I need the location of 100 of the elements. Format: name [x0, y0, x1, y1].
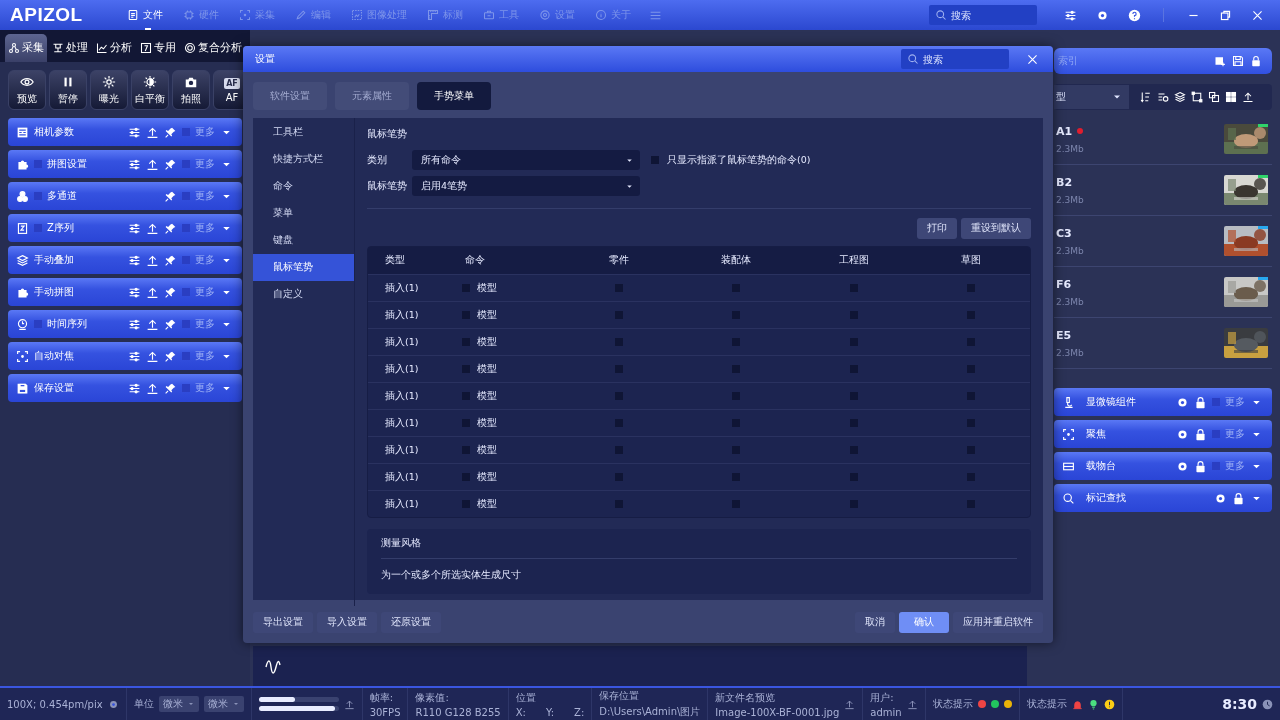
- panel-tab[interactable]: 处理: [49, 34, 91, 62]
- checkbox[interactable]: [614, 500, 623, 508]
- checkbox-option[interactable]: 模型: [462, 335, 497, 349]
- checkbox-option[interactable]: 模型: [462, 443, 497, 457]
- menu-item[interactable]: 文件: [118, 4, 171, 26]
- image-item[interactable]: B2 2.3Mb: [1054, 165, 1272, 216]
- checkbox[interactable]: [614, 311, 623, 319]
- panel-tab[interactable]: 采集: [5, 34, 47, 62]
- panel-header[interactable]: 手动叠加 更多: [8, 246, 242, 274]
- checkbox-option[interactable]: 模型: [462, 362, 497, 376]
- tool-button[interactable]: 白平衡: [131, 70, 169, 110]
- checkbox[interactable]: [182, 160, 190, 168]
- panel-header[interactable]: Z序列 更多: [8, 214, 242, 242]
- image-item[interactable]: C3 2.3Mb: [1054, 216, 1272, 267]
- checkbox[interactable]: [182, 320, 190, 328]
- checkbox[interactable]: [732, 500, 741, 508]
- tool-button[interactable]: 暂停: [49, 70, 87, 110]
- checkbox[interactable]: [34, 320, 42, 328]
- checkbox[interactable]: [849, 338, 858, 346]
- panel-header[interactable]: 聚焦 更多: [1054, 420, 1272, 448]
- footer-button[interactable]: 导出设置: [253, 612, 313, 633]
- checkbox[interactable]: [967, 392, 976, 400]
- checkbox[interactable]: [849, 500, 858, 508]
- checkbox[interactable]: [34, 192, 42, 200]
- checkbox[interactable]: [732, 392, 741, 400]
- tool-button[interactable]: 预览: [8, 70, 46, 110]
- checkbox[interactable]: [849, 446, 858, 454]
- image-item[interactable]: F6 2.3Mb: [1054, 267, 1272, 318]
- checkbox-option[interactable]: 模型: [462, 497, 497, 511]
- unit-dropdown[interactable]: 微米: [158, 696, 199, 712]
- checkbox[interactable]: [967, 311, 976, 319]
- checkbox[interactable]: [34, 224, 42, 232]
- nav-item[interactable]: 菜单: [253, 200, 354, 227]
- checkbox[interactable]: [732, 365, 741, 373]
- checkbox[interactable]: [732, 338, 741, 346]
- checkbox[interactable]: [849, 311, 858, 319]
- checkbox[interactable]: [967, 500, 976, 508]
- nav-item[interactable]: 快捷方式栏: [253, 146, 354, 173]
- checkbox[interactable]: [182, 384, 190, 392]
- checkbox[interactable]: [1212, 462, 1220, 470]
- checkbox-option[interactable]: 模型: [462, 470, 497, 484]
- checkbox[interactable]: [182, 224, 190, 232]
- panel-header[interactable]: 时间序列 更多: [8, 310, 242, 338]
- checkbox[interactable]: [1212, 430, 1220, 438]
- dialog-tab[interactable]: 软件设置: [253, 82, 327, 110]
- checkbox[interactable]: [182, 288, 190, 296]
- panel-header[interactable]: 保存设置 更多: [8, 374, 242, 402]
- dropdown[interactable]: 启用4笔势: [412, 176, 640, 196]
- panel-header[interactable]: 相机参数 更多: [8, 118, 242, 146]
- checkbox[interactable]: [614, 446, 623, 454]
- nav-item[interactable]: 命令: [253, 173, 354, 200]
- checkbox[interactable]: [967, 338, 976, 346]
- checkbox[interactable]: [849, 365, 858, 373]
- nav-item[interactable]: 自定义: [253, 281, 354, 308]
- checkbox[interactable]: [849, 392, 858, 400]
- nav-item[interactable]: 工具栏: [253, 119, 354, 146]
- checkbox[interactable]: [182, 192, 190, 200]
- search-field[interactable]: 搜索: [929, 5, 1037, 25]
- checkbox[interactable]: [967, 284, 976, 292]
- checkbox[interactable]: [614, 473, 623, 481]
- nav-item[interactable]: 键盘: [253, 227, 354, 254]
- panel-header[interactable]: 手动拼图 更多: [8, 278, 242, 306]
- checkbox-option[interactable]: 模型: [462, 281, 497, 295]
- sort-dropdown[interactable]: 型: [1054, 85, 1129, 109]
- checkbox[interactable]: [182, 256, 190, 264]
- checkbox[interactable]: [614, 338, 623, 346]
- checkbox[interactable]: [849, 284, 858, 292]
- checkbox[interactable]: [182, 128, 190, 136]
- panel-tab[interactable]: 分析: [93, 34, 135, 62]
- action-button[interactable]: 重设到默认: [961, 218, 1031, 239]
- search-field[interactable]: 搜索: [901, 49, 1009, 69]
- checkbox[interactable]: [34, 160, 42, 168]
- footer-button[interactable]: 取消: [855, 612, 895, 633]
- dialog-tab[interactable]: 元素属性: [335, 82, 409, 110]
- nav-item[interactable]: 鼠标笔势: [253, 254, 354, 281]
- checkbox[interactable]: [967, 446, 976, 454]
- checkbox[interactable]: [614, 392, 623, 400]
- checkbox[interactable]: [967, 473, 976, 481]
- panel-header[interactable]: 显微镜组件 更多: [1054, 388, 1272, 416]
- checkbox-option[interactable]: 模型: [462, 389, 497, 403]
- checkbox[interactable]: [732, 284, 741, 292]
- panel-header[interactable]: 载物台 更多: [1054, 452, 1272, 480]
- image-item[interactable]: A1 2.3Mb: [1054, 114, 1272, 165]
- checkbox[interactable]: [967, 365, 976, 373]
- image-item[interactable]: E5 2.3Mb: [1054, 318, 1272, 369]
- checkbox[interactable]: [849, 419, 858, 427]
- checkbox[interactable]: [732, 419, 741, 427]
- checkbox[interactable]: [732, 311, 741, 319]
- checkbox-option[interactable]: 只显示指派了鼠标笔势的命令(0): [651, 153, 811, 167]
- panel-tab[interactable]: 专用: [137, 34, 179, 62]
- footer-button[interactable]: 应用并重启软件: [953, 612, 1043, 633]
- checkbox[interactable]: [614, 365, 623, 373]
- footer-button[interactable]: 导入设置: [317, 612, 377, 633]
- tool-button[interactable]: 曝光: [90, 70, 128, 110]
- panel-header[interactable]: 拼图设置 更多: [8, 150, 242, 178]
- checkbox[interactable]: [967, 419, 976, 427]
- unit-dropdown[interactable]: 微米: [203, 696, 244, 712]
- dropdown[interactable]: 所有命令: [412, 150, 640, 170]
- tool-button[interactable]: 拍照: [172, 70, 210, 110]
- checkbox[interactable]: [1212, 398, 1220, 406]
